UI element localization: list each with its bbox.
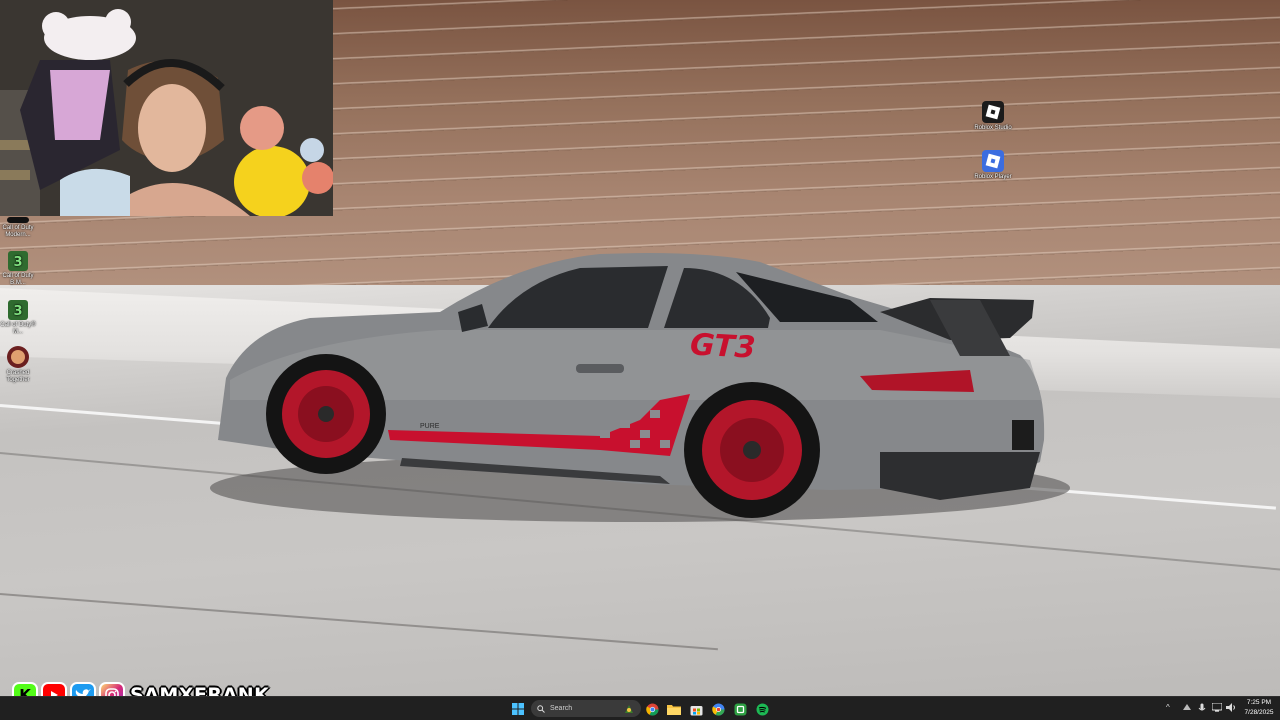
volume-icon[interactable] [1226,703,1236,712]
store-icon [690,705,702,715]
chrome-canary-icon [711,703,724,716]
desktop-icon-crashed-together[interactable]: Crashed Together [0,346,38,384]
car-rear-wheel [684,382,820,518]
windows-start-icon [512,703,524,715]
taskbar-store[interactable] [688,701,704,717]
car-side-text: PURE [420,423,440,430]
spotify-icon [756,703,768,715]
streamer-webcam-image [0,0,333,216]
xbox-icon [734,703,746,715]
tray-overflow-chevron[interactable]: ^ [1166,703,1170,712]
clock-date: 7/28/2025 [1244,709,1274,716]
car-badge-gt3: GT3 [689,327,756,365]
search-highlight-icon [625,704,633,713]
clock-time: 7:25 PM [1246,699,1272,706]
taskbar-chrome-canary[interactable] [710,701,726,717]
desktop-icon-call-of-duty-mw[interactable]: Call of Duty Modern... [0,217,38,239]
roblox-player-icon [982,150,1004,172]
microphone-icon[interactable] [1198,703,1206,713]
car-front-wheel [266,354,386,474]
taskbar-clock[interactable]: 7:25 PM 7/28/2025 [1240,698,1278,718]
desktop-icon-call-of-duty-bo[interactable]: 3 Call of Duty B.M... [0,251,38,287]
desktop-icon-call-of-duty[interactable]: 3 Call of Duty® M... [0,300,38,336]
start-button[interactable] [510,701,526,717]
svg-text:3: 3 [13,255,22,270]
taskbar-xbox[interactable] [732,701,748,717]
file-explorer-icon [667,705,681,715]
taskbar-chrome[interactable] [644,701,660,717]
call-of-duty-icon: 3 [8,300,28,320]
network-icon[interactable] [1212,703,1222,712]
desktop: GT3 PURE Call of Duty Modern... 3 Call o… [0,0,1280,696]
webcam-overlay [0,0,333,216]
chrome-icon [645,703,658,716]
taskbar-file-explorer[interactable] [666,701,682,717]
tray-app-icon[interactable] [1182,703,1192,712]
taskbar-spotify[interactable] [754,701,770,717]
search-icon [537,704,545,713]
roblox-studio-icon [982,101,1004,123]
call-of-duty-mw-icon [7,217,29,223]
taskbar: Search ^ 7:25 PM 7/28/2025 [0,696,1280,720]
svg-text:3: 3 [13,304,22,319]
crashed-together-icon [7,346,29,368]
call-of-duty-bo-icon: 3 [8,251,28,271]
taskbar-search-box[interactable]: Search [531,700,641,717]
search-placeholder: Search [550,705,573,712]
desktop-icon-roblox-player[interactable]: Roblox Player [973,150,1013,181]
desktop-icon-roblox-studio[interactable]: Roblox Studio [973,101,1013,132]
